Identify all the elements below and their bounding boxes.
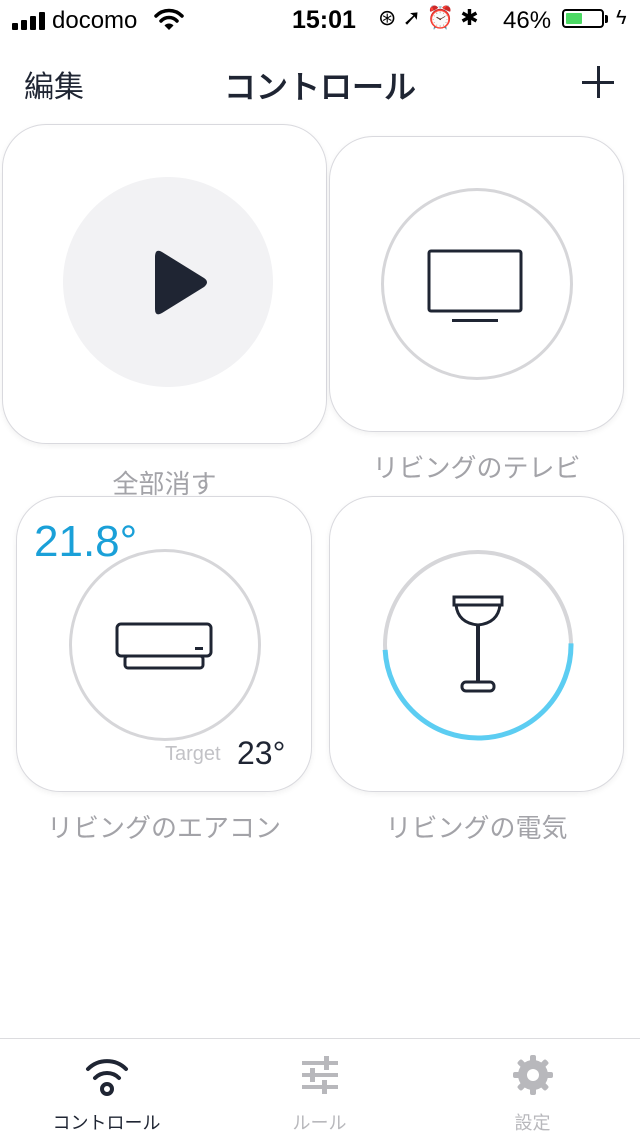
target-label: Target (165, 743, 221, 765)
tv-label: リビングのテレビ (372, 454, 581, 484)
tab-settings-label: 設定 (514, 1113, 551, 1134)
air-conditioner-icon (115, 622, 213, 670)
alarm-icon: ⏰ (426, 5, 461, 30)
tab-control[interactable]: コントロール (0, 1039, 213, 1136)
current-temperature: 21.8° (34, 517, 138, 566)
target-temperature: 23° (237, 735, 286, 771)
play-button-circle[interactable] (63, 177, 273, 387)
lamp-label: リビングの電気 (385, 814, 568, 844)
clock: 15:01 (292, 6, 356, 34)
carrier-name: docomo (52, 7, 138, 34)
plus-icon[interactable] (578, 62, 618, 102)
tab-rules-label: ルール (292, 1113, 347, 1134)
play-icon (155, 250, 207, 315)
floor-lamp-icon (452, 595, 504, 693)
wifi-signal-icon (85, 1059, 128, 1096)
charging-icon: ϟ (616, 7, 627, 29)
tab-settings[interactable]: 設定 (426, 1039, 639, 1136)
orientation-lock-icon: ⊛ (378, 5, 403, 30)
bluetooth-icon: ✱ (460, 5, 485, 30)
tab-control-label: コントロール (52, 1113, 161, 1134)
aircon-label: リビングのエアコン (46, 814, 281, 844)
tab-bar: コントロール ルール 設定 (0, 1038, 640, 1136)
aircon-tile[interactable]: 21.8° Target 23° (16, 496, 312, 792)
status-bar: docomo 15:01 ⊛➚⏰✱ 46% ϟ (0, 0, 640, 40)
status-icons: ⊛➚⏰✱ (378, 5, 485, 31)
nav-bar: 編集 コントロール (0, 40, 640, 128)
location-icon: ➚ (402, 5, 427, 30)
battery-level-fill (566, 13, 582, 24)
battery-percent: 46% (503, 7, 552, 34)
lamp-tile[interactable] (329, 496, 624, 792)
screen: docomo 15:01 ⊛➚⏰✱ 46% ϟ 編集 コントロール 全部消す リ… (0, 0, 640, 1136)
all-off-tile[interactable] (2, 124, 327, 444)
tv-tile[interactable] (329, 136, 624, 432)
signal-icon (12, 12, 48, 30)
page-title: コントロール (223, 68, 416, 106)
battery-icon (562, 9, 604, 28)
wifi-icon (154, 8, 184, 30)
sliders-icon (301, 1056, 338, 1094)
gear-icon (512, 1055, 553, 1095)
tab-rules[interactable]: ルール (213, 1039, 426, 1136)
battery-cap (605, 15, 608, 23)
tv-icon (427, 249, 523, 322)
